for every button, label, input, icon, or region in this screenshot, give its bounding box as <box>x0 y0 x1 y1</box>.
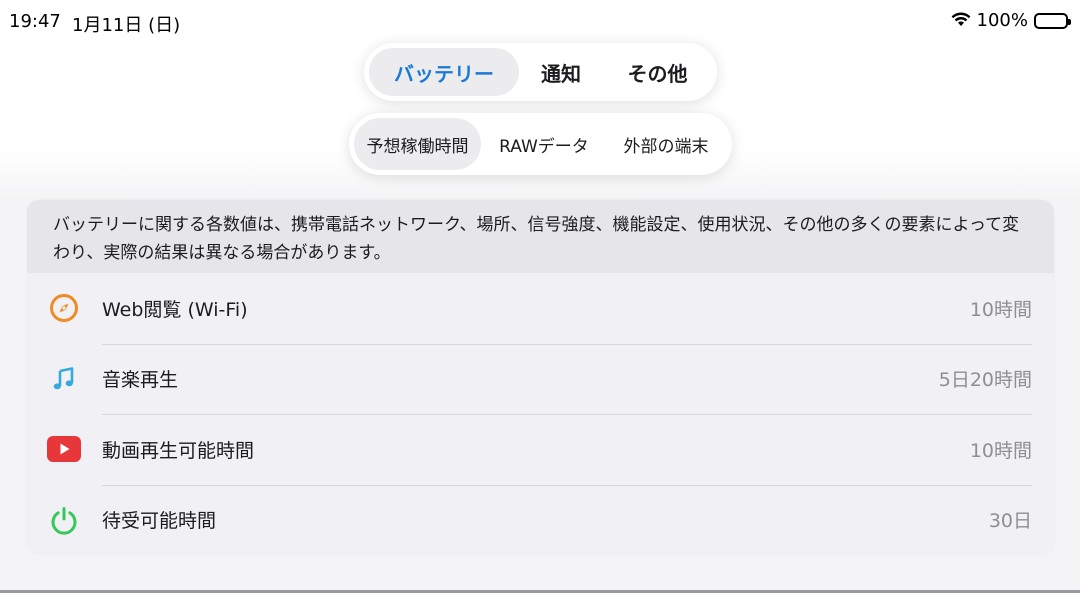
compass-icon <box>49 293 79 323</box>
video-play-icon <box>46 434 82 464</box>
primary-segmented-control: バッテリー 通知 その他 <box>364 43 717 101</box>
battery-percent: 100% <box>976 10 1028 31</box>
secondary-segmented-control: 予想稼働時間 RAWデータ 外部の端末 <box>349 113 732 175</box>
row-value: 10時間 <box>969 298 1032 321</box>
tab-other[interactable]: その他 <box>603 48 712 96</box>
battery-icon <box>1034 12 1071 29</box>
battery-estimates-card: バッテリーに関する各数値は、携帯電話ネットワーク、場所、信号強度、機能設定、使用… <box>27 200 1054 554</box>
tab-estimated-runtime[interactable]: 予想稼働時間 <box>354 118 481 170</box>
row-label: Web閲覧 (Wi-Fi) <box>102 298 248 321</box>
status-date: 1月11日 (日) <box>72 15 181 36</box>
status-right: 100% <box>951 10 1071 31</box>
row-value: 10時間 <box>969 439 1032 462</box>
power-icon <box>49 505 79 535</box>
status-time: 19:47 <box>9 11 61 32</box>
tab-battery[interactable]: バッテリー <box>369 48 519 96</box>
tab-raw-data[interactable]: RAWデータ <box>481 118 607 170</box>
tab-notifications[interactable]: 通知 <box>519 48 603 96</box>
row-label: 動画再生可能時間 <box>102 439 255 462</box>
row-label: 音楽再生 <box>102 369 179 392</box>
battery-disclaimer: バッテリーに関する各数値は、携帯電話ネットワーク、場所、信号強度、機能設定、使用… <box>27 200 1054 273</box>
status-bar: 19:47 1月11日 (日) 100% <box>0 0 1080 42</box>
list-item-web-browsing: Web閲覧 (Wi-Fi) 10時間 <box>27 273 1054 344</box>
row-value: 30日 <box>988 510 1032 533</box>
row-label: 待受可能時間 <box>102 510 217 533</box>
list-item-standby: 待受可能時間 30日 <box>27 484 1054 555</box>
row-value: 5日20時間 <box>938 369 1032 392</box>
tab-external-devices[interactable]: 外部の端末 <box>607 118 725 170</box>
music-note-icon <box>49 364 79 394</box>
list-item-music-playback: 音楽再生 5日20時間 <box>27 343 1054 415</box>
wifi-icon <box>951 11 971 31</box>
list-item-video-playback: 動画再生可能時間 10時間 <box>27 414 1054 485</box>
